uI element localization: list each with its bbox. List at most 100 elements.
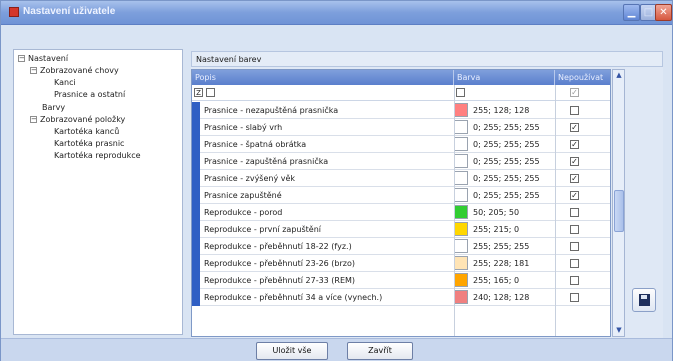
cell-popis: Prasnice - zapuštěná prasnička [204, 157, 329, 166]
nepouzivat-checkbox[interactable] [570, 259, 579, 268]
table-row[interactable]: Prasnice - nezapuštěná prasnička 255; 128… [192, 102, 610, 119]
color-swatch[interactable] [454, 290, 468, 304]
floppy-disk-icon [639, 294, 650, 306]
cell-barva[interactable]: 255; 228; 181 [473, 255, 529, 272]
tree-item-zobrazovane-polozky[interactable]: − Zobrazované položky [30, 115, 125, 124]
color-swatch[interactable] [454, 256, 468, 270]
nepouzivat-checkbox[interactable] [570, 106, 579, 115]
nepouzivat-checkbox[interactable] [570, 242, 579, 251]
cell-barva[interactable]: 255; 128; 128 [473, 102, 529, 119]
table-row[interactable]: Prasnice - slabý vrh 0; 255; 255; 255 ✓ [192, 119, 610, 136]
nepouzivat-checkbox[interactable]: ✓ [570, 140, 579, 149]
cell-popis: Reprodukce - přeběhnutí 23-26 (brzo) [204, 259, 355, 268]
cell-barva[interactable]: 255; 165; 0 [473, 272, 519, 289]
tree-item-kanci[interactable]: Kanci [54, 78, 76, 87]
row-indicator [192, 221, 200, 238]
filter-row: Z ✓ [192, 85, 610, 101]
color-swatch[interactable] [454, 103, 468, 117]
collapse-icon[interactable]: − [18, 55, 25, 62]
table-row[interactable]: Reprodukce - přeběhnutí 34 a více (vynec… [192, 289, 610, 306]
cell-barva[interactable]: 0; 255; 255; 255 [473, 119, 540, 136]
table-row[interactable]: Reprodukce - přeběhnutí 18-22 (fyz.) 255;… [192, 238, 610, 255]
colors-grid: Popis Barva Nepoužívat Z ✓ Prasnice - ne… [191, 69, 611, 337]
nepouzivat-checkbox[interactable] [570, 225, 579, 234]
column-header-nepouzivat[interactable]: Nepoužívat [555, 70, 610, 85]
color-swatch[interactable] [454, 188, 468, 202]
nepouzivat-checkbox[interactable]: ✓ [570, 191, 579, 200]
cell-barva[interactable]: 0; 255; 255; 255 [473, 187, 540, 204]
bottom-bar: Uložit vše Zavřít [1, 338, 672, 361]
color-swatch[interactable] [454, 222, 468, 236]
scroll-up-icon[interactable]: ▲ [614, 70, 624, 81]
tree-item-zobrazovane-chovy[interactable]: − Zobrazované chovy [30, 66, 119, 75]
scroll-thumb[interactable] [614, 190, 624, 232]
column-header-barva[interactable]: Barva [454, 70, 555, 85]
nepouzivat-checkbox[interactable] [570, 276, 579, 285]
cell-barva[interactable]: 0; 255; 255; 255 [473, 136, 540, 153]
nepouzivat-checkbox[interactable]: ✓ [570, 123, 579, 132]
cell-popis: Reprodukce - přeběhnutí 34 a více (vynec… [204, 293, 383, 302]
column-header-popis[interactable]: Popis [192, 70, 454, 85]
colors-panel: Nastavení barev Popis Barva Nepoužívat Z… [191, 51, 663, 339]
collapse-icon[interactable]: − [30, 67, 37, 74]
save-button[interactable] [632, 288, 656, 312]
row-indicator [192, 187, 200, 204]
column-divider [454, 85, 455, 336]
settings-window: Nastavení uživatele ▁ □ ✕ − Nastavení − Zo… [0, 0, 673, 361]
vertical-scrollbar[interactable]: ▲ ▼ [612, 69, 625, 337]
row-indicator [192, 153, 200, 170]
cell-barva[interactable]: 255; 215; 0 [473, 221, 519, 238]
table-row[interactable]: Prasnice - zapuštěná prasnička 0; 255; 25… [192, 153, 610, 170]
filter-icon[interactable]: Z [194, 88, 203, 97]
table-row[interactable]: Reprodukce - přeběhnutí 23-26 (brzo) 255;… [192, 255, 610, 272]
color-swatch[interactable] [454, 205, 468, 219]
cell-popis: Prasnice zapuštěné [204, 191, 282, 200]
tree-item-prasnice[interactable]: Prasnice a ostatní [54, 90, 125, 99]
table-row[interactable]: Prasnice zapuštěné 0; 255; 255; 255 ✓ [192, 187, 610, 204]
tree-item-kartoteka-prasnic[interactable]: Kartotéka prasnic [54, 139, 124, 148]
collapse-icon[interactable]: − [30, 116, 37, 123]
row-indicator [192, 238, 200, 255]
close-button[interactable]: Zavřít [347, 342, 413, 360]
tree-item-kartoteka-reprodukce[interactable]: Kartotéka reprodukce [54, 151, 141, 160]
cell-barva[interactable]: 255; 255; 255 [473, 238, 529, 255]
nepouzivat-checkbox[interactable] [570, 208, 579, 217]
cell-barva[interactable]: 0; 255; 255; 255 [473, 170, 540, 187]
row-indicator [192, 136, 200, 153]
grid-header: Popis Barva Nepoužívat [192, 70, 610, 85]
color-swatch[interactable] [454, 137, 468, 151]
cell-popis: Reprodukce - první zapuštění [204, 225, 321, 234]
panel-title: Nastavení barev [191, 51, 663, 67]
color-swatch[interactable] [454, 273, 468, 287]
tree-item-kartoteka-kancu[interactable]: Kartotéka kanců [54, 127, 119, 136]
table-row[interactable]: Reprodukce - porod 50; 205; 50 [192, 204, 610, 221]
cell-barva[interactable]: 240; 128; 128 [473, 289, 529, 306]
row-indicator [192, 170, 200, 187]
cell-barva[interactable]: 0; 255; 255; 255 [473, 153, 540, 170]
minimize-button[interactable]: ▁ [623, 4, 640, 21]
color-swatch[interactable] [454, 239, 468, 253]
table-row[interactable]: Prasnice - zvýšený věk 0; 255; 255; 255 ✓ [192, 170, 610, 187]
table-row[interactable]: Prasnice - špatná obrátka 0; 255; 255; 25… [192, 136, 610, 153]
filter-barva-input[interactable] [456, 88, 465, 97]
nepouzivat-checkbox[interactable] [570, 293, 579, 302]
color-swatch[interactable] [454, 120, 468, 134]
row-indicator [192, 204, 200, 221]
app-icon [9, 7, 19, 17]
nepouzivat-checkbox[interactable]: ✓ [570, 174, 579, 183]
table-row[interactable]: Reprodukce - přeběhnutí 27-33 (REM) 255; … [192, 272, 610, 289]
tree-item-barvy[interactable]: Barvy [42, 103, 65, 112]
color-swatch[interactable] [454, 154, 468, 168]
scroll-down-icon[interactable]: ▼ [614, 325, 624, 336]
cell-barva[interactable]: 50; 205; 50 [473, 204, 519, 221]
nepouzivat-checkbox[interactable]: ✓ [570, 157, 579, 166]
color-swatch[interactable] [454, 171, 468, 185]
cell-popis: Prasnice - nezapuštěná prasnička [204, 106, 339, 115]
filter-nepouzivat-checkbox[interactable]: ✓ [570, 88, 579, 97]
tree-item-nastaveni[interactable]: − Nastavení [18, 54, 68, 63]
row-indicator [192, 289, 200, 306]
table-row[interactable]: Reprodukce - první zapuštění 255; 215; 0 [192, 221, 610, 238]
close-window-button[interactable]: ✕ [655, 4, 672, 21]
save-all-button[interactable]: Uložit vše [256, 342, 328, 360]
filter-popis-input[interactable] [206, 88, 215, 97]
